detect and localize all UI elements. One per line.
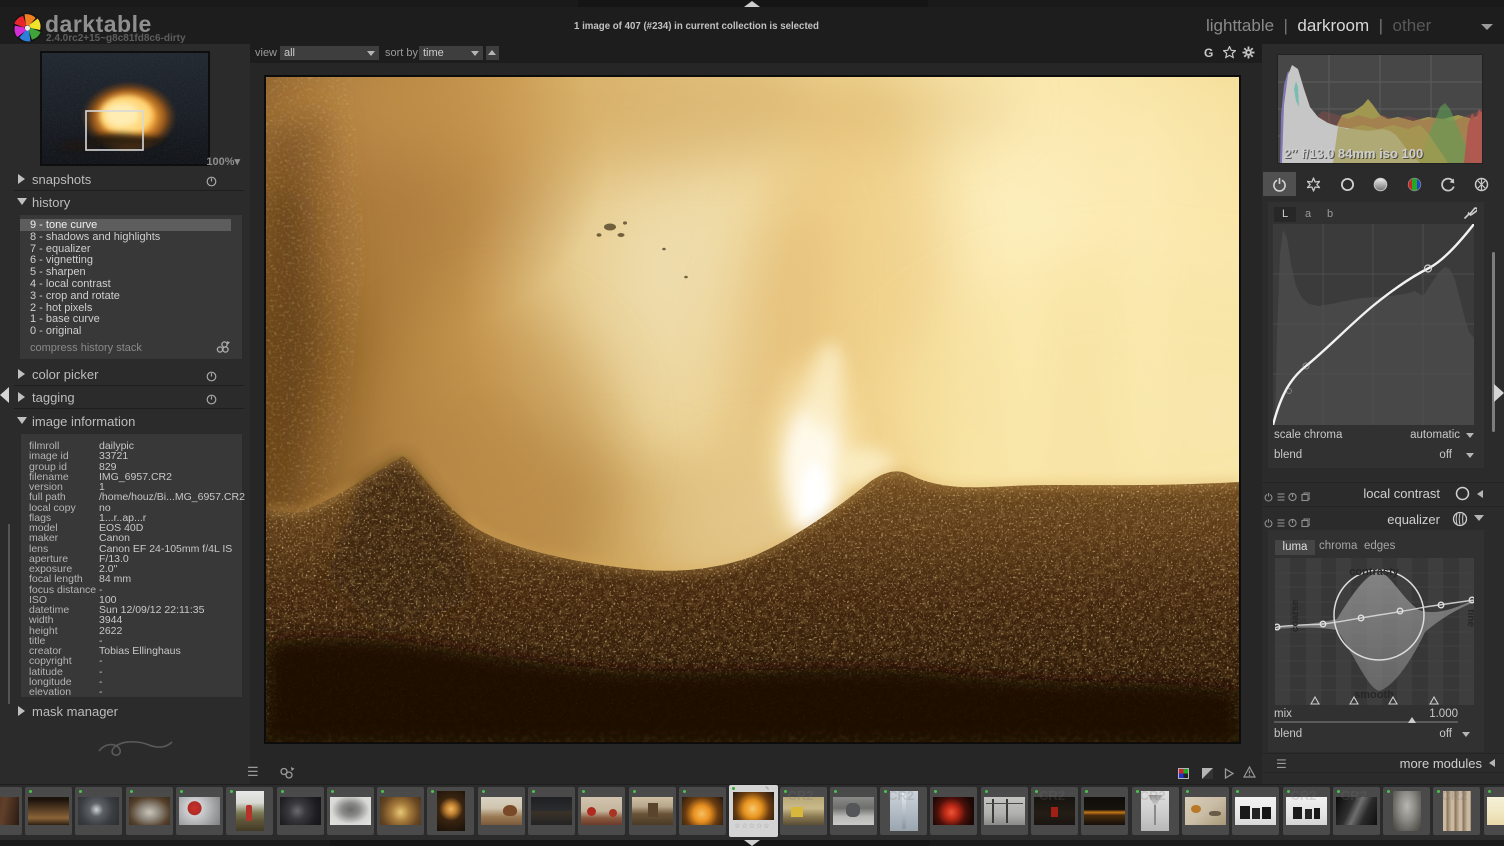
svg-text:fine: fine bbox=[1465, 609, 1474, 627]
svg-text:contrasty: contrasty bbox=[1349, 566, 1399, 578]
svg-text:smooth: smooth bbox=[1354, 689, 1394, 701]
svg-text:coarse: coarse bbox=[1290, 599, 1301, 632]
svg-text:2″ f/13.0 84mm iso 100: 2″ f/13.0 84mm iso 100 bbox=[1284, 146, 1423, 161]
